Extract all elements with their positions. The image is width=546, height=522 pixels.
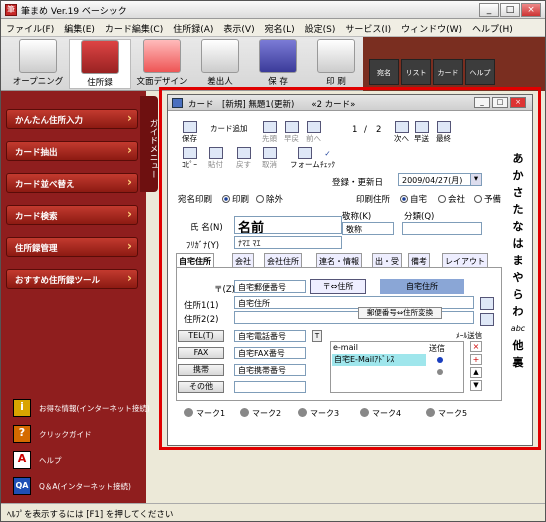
recommended-tools-button[interactable]: おすすめ住所録ツール › [6,269,138,289]
chevron-right-icon: › [127,207,132,221]
opening-button[interactable]: オープニング [7,39,69,89]
menu-address-book[interactable]: 住所録(A) [168,19,218,38]
main-window: 筆 筆まめ Ver.19 ベーシック _ □ × ファイル(F) 編集(E) カード… [0,0,546,522]
status-bar: ﾍﾙﾌﾟを表示するには [F1] を押してください [1,503,545,521]
question-icon: ? [13,425,31,443]
menu-settings[interactable]: 設定(S) [300,19,341,38]
card-extract-button[interactable]: カード抽出 › [6,141,138,161]
card-sort-button[interactable]: カード並べ替え › [6,173,138,193]
printer-icon [317,39,355,73]
chevron-right-icon: › [127,175,132,189]
guide-menu: かんたん住所入力 › カード抽出 › カード並べ替え › カード検索 › 住所録管理 › … [1,91,150,503]
view-mode-panel: 宛名 リスト カード ヘルプ [363,37,545,91]
menu-file[interactable]: ファイル(F) [1,19,59,38]
window-title: 筆まめ Ver.19 ベーシック [21,7,127,17]
address-book-manage-button[interactable]: 住所録管理 › [6,237,138,257]
title-bar: 筆 筆まめ Ver.19 ベーシック _ □ × [1,1,545,19]
floppy-icon [259,39,297,73]
guide-menu-tab[interactable]: ガイドメニュー [140,96,158,192]
help-view-button[interactable]: ヘルプ [465,59,495,85]
address-book-button[interactable]: 住所録 [69,39,131,89]
sender-button[interactable]: 差出人 [189,39,251,89]
design-icon [143,39,181,73]
menu-service[interactable]: サービス(I) [340,19,396,38]
menu-atena[interactable]: 宛名(L) [260,19,300,38]
app-icon: 筆 [5,4,17,16]
print-tool-button[interactable]: 印 刷 [305,39,367,89]
menu-bar: ファイル(F) 編集(E) カード編集(C) 住所録(A) 表示(V) 宛名(L) 設定(S… [1,19,545,37]
maximize-button[interactable]: □ [500,3,520,17]
qa-icon: QA [13,477,31,495]
chevron-right-icon: › [127,143,132,157]
menu-view[interactable]: 表示(V) [218,19,259,38]
menu-window[interactable]: ウィンドウ(W) [396,19,467,38]
opening-icon [19,39,57,73]
save-tool-button[interactable]: 保 存 [247,39,309,89]
easy-address-input-button[interactable]: かんたん住所入力 › [6,109,138,129]
card-search-button[interactable]: カード検索 › [6,205,138,225]
atena-view-button[interactable]: 宛名 [369,59,399,85]
minimize-button[interactable]: _ [479,3,499,17]
sender-icon [201,39,239,73]
chevron-right-icon: › [127,239,132,253]
address-book-icon [81,40,119,74]
menu-help[interactable]: ヘルプ(H) [467,19,518,38]
close-button[interactable]: × [521,3,541,17]
card-view-button[interactable]: カード [433,59,463,85]
help-icon: A [13,451,31,469]
menu-edit[interactable]: 編集(E) [59,19,100,38]
chevron-right-icon: › [127,111,132,125]
menu-card-edit[interactable]: カード編集(C) [100,19,168,38]
design-button[interactable]: 文面デザイン [131,39,193,89]
list-view-button[interactable]: リスト [401,59,431,85]
chevron-right-icon: › [127,271,132,285]
highlight-frame [159,87,541,450]
info-icon: i [13,399,31,417]
